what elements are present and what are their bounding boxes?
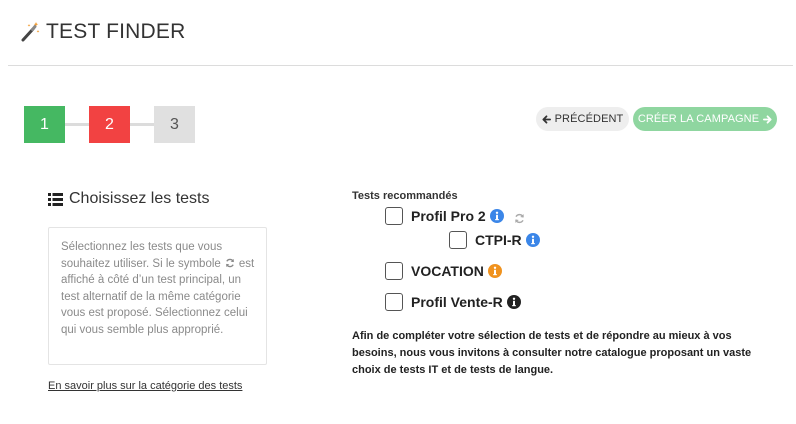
test-name: VOCATION [411, 263, 484, 279]
previous-button-label: PRÉCÉDENT [554, 113, 624, 125]
help-text-before: Sélectionnez les tests que vous souhaite… [61, 241, 223, 270]
test-item-ctpi-r: CTPI-R [449, 231, 540, 249]
list-icon [48, 192, 63, 206]
help-box: Sélectionnez les tests que vous souhaite… [48, 227, 267, 365]
test-item-profil-vente-r: Profil Vente-R [385, 293, 521, 311]
catalogue-note: Afin de compléter votre sélection de tes… [352, 330, 752, 376]
create-campaign-button-label: CRÉER LA CAMPAGNE [637, 113, 760, 125]
refresh-icon [225, 257, 235, 267]
previous-button[interactable]: PRÉCÉDENT [536, 107, 629, 131]
checkbox-vocation[interactable] [385, 262, 403, 280]
app-title: TEST FINDER [46, 20, 186, 43]
choose-tests-heading: Choisissez les tests [48, 190, 210, 208]
header-divider [8, 65, 793, 66]
arrow-right-icon [763, 114, 772, 124]
info-icon[interactable] [489, 209, 504, 223]
test-item-profil-pro-2: Profil Pro 2 [385, 207, 525, 225]
stepper: 1 2 3 [24, 106, 196, 143]
magic-wand-icon [20, 21, 40, 43]
test-name: Profil Pro 2 [411, 208, 486, 224]
info-icon[interactable] [525, 233, 540, 247]
test-item-vocation: VOCATION [385, 262, 502, 280]
arrow-left-icon [542, 114, 551, 124]
step-1[interactable]: 1 [24, 106, 65, 143]
header: TEST FINDER [0, 0, 796, 66]
page-title: TEST FINDER [20, 20, 186, 44]
step-2[interactable]: 2 [89, 106, 130, 143]
choose-tests-title: Choisissez les tests [69, 190, 210, 207]
info-icon[interactable] [506, 295, 521, 309]
create-campaign-button[interactable]: CRÉER LA CAMPAGNE [633, 107, 777, 131]
checkbox-profil-vente-r[interactable] [385, 293, 403, 311]
test-name: Profil Vente-R [411, 294, 503, 310]
checkbox-ctpi-r[interactable] [449, 231, 467, 249]
recommended-tests-label: Tests recommandés [352, 190, 458, 202]
checkbox-profil-pro-2[interactable] [385, 207, 403, 225]
step-3[interactable]: 3 [154, 106, 195, 143]
test-name: CTPI-R [475, 232, 522, 248]
info-icon[interactable] [487, 264, 502, 278]
learn-more-link[interactable]: En savoir plus sur la catégorie des test… [48, 380, 242, 392]
refresh-icon[interactable] [514, 211, 525, 223]
